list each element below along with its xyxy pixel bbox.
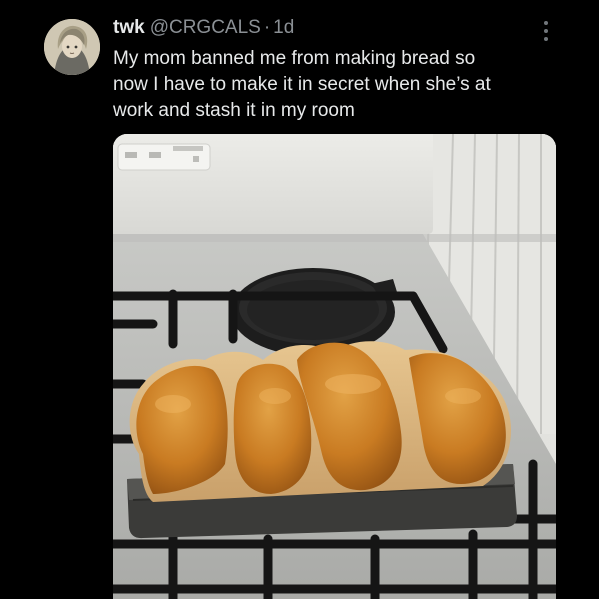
anime-character-avatar-icon	[44, 19, 100, 75]
author-handle[interactable]: @CRGCALS	[150, 17, 261, 38]
tweet-text-line: My mom banned me from making bread so	[113, 48, 476, 69]
tweet-text: My mom banned me from making bread so no…	[113, 46, 563, 124]
more-vertical-icon[interactable]	[536, 16, 556, 46]
author-name[interactable]: twk	[113, 17, 145, 38]
tweet[interactable]: twk @CRGCALS · 1d My mom banned me from mak…	[0, 0, 599, 599]
separator-dot: ·	[263, 17, 271, 38]
avatar[interactable]	[44, 19, 100, 75]
bread-loaf-photo	[113, 134, 556, 599]
tweet-header: twk @CRGCALS · 1d	[113, 17, 294, 39]
tweet-text-line: now I have to make it in secret when she…	[113, 74, 491, 95]
tweet-text-line: work and stash it in my room	[113, 100, 355, 121]
timestamp[interactable]: 1d	[273, 17, 294, 38]
tweet-photo[interactable]	[113, 134, 556, 599]
